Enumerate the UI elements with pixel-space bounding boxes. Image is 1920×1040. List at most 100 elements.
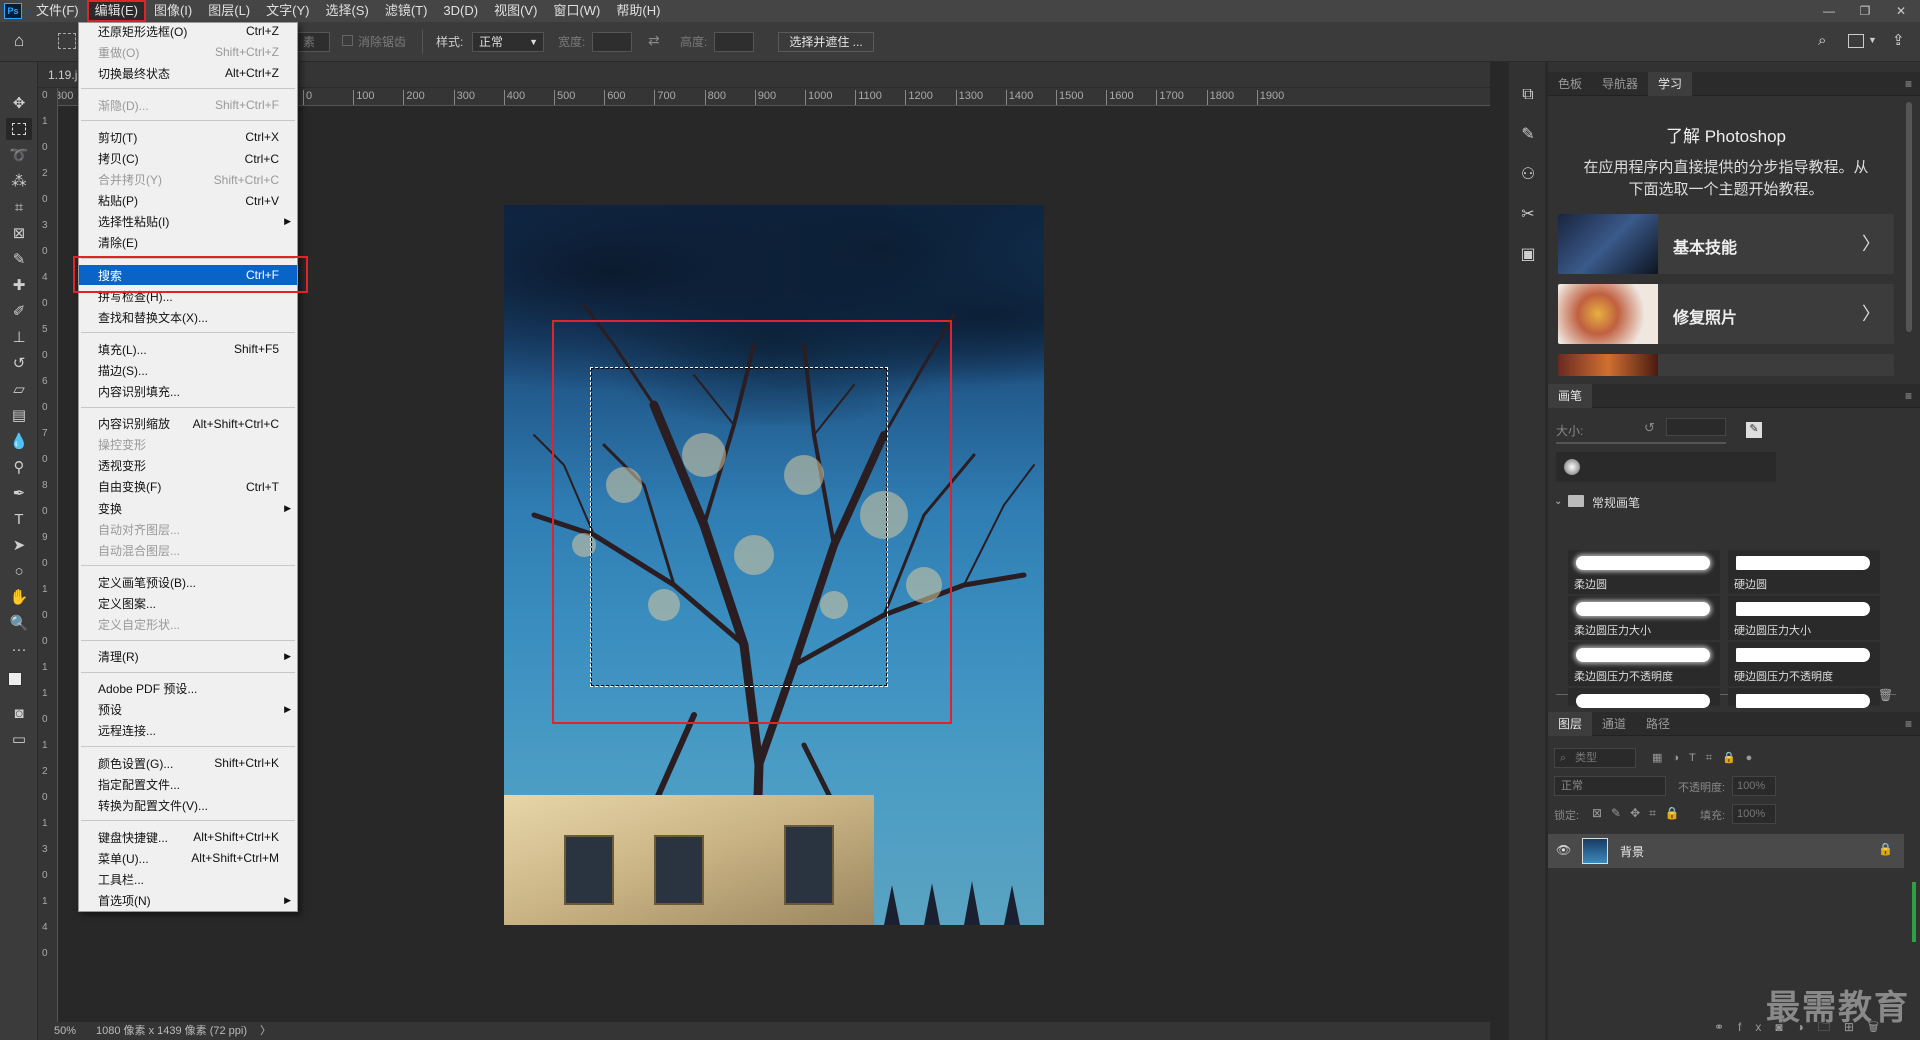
frame-tool-icon[interactable]: ⊠ xyxy=(6,222,32,244)
size-slider[interactable] xyxy=(1556,442,1726,444)
tab-paths[interactable]: 路径 xyxy=(1636,712,1680,736)
menu-8[interactable]: 视图(V) xyxy=(486,0,545,22)
edit-menu-item[interactable]: 清除(E) xyxy=(79,233,297,253)
edit-menu-item[interactable]: 描边(S)... xyxy=(79,360,297,380)
marquee-tool-icon[interactable] xyxy=(6,118,32,140)
gradient-tool-icon[interactable]: ▤ xyxy=(6,404,32,426)
quick-mask-icon[interactable]: ◙ xyxy=(6,702,32,724)
edit-menu-item[interactable]: 内容识别填充... xyxy=(79,382,297,402)
type-tool-icon[interactable]: T xyxy=(6,508,32,530)
edit-menu-item[interactable]: Adobe PDF 预设... xyxy=(79,679,297,699)
edit-menu-item[interactable]: 拷贝(C) Ctrl+C xyxy=(79,149,297,169)
brush-preset[interactable]: 硬边圆 xyxy=(1728,550,1880,594)
blur-tool-icon[interactable]: 💧 xyxy=(6,430,32,452)
chevron-right-icon[interactable]: 〉 xyxy=(260,1022,271,1040)
edit-menu-item[interactable]: 自由变换(F) Ctrl+T xyxy=(79,477,297,497)
brush-preset[interactable]: 柔边圆压力大小 xyxy=(1568,596,1720,640)
tab-layers[interactable]: 图层 xyxy=(1548,711,1593,736)
crop-tool-icon[interactable]: ⌗ xyxy=(6,196,32,218)
edit-menu-item[interactable]: 内容识别缩放 Alt+Shift+Ctrl+C xyxy=(79,414,297,434)
lock-icons[interactable]: ⊠✎✥⌗🔒 xyxy=(1592,806,1689,821)
dodge-tool-icon[interactable]: ⚲ xyxy=(6,456,32,478)
panel-menu-icon[interactable]: ≡ xyxy=(1905,389,1912,403)
history-panel-icon[interactable]: ⧉ xyxy=(1517,84,1539,106)
lasso-tool-icon[interactable]: ➰ xyxy=(6,144,32,166)
edit-menu-item[interactable]: 工具栏... xyxy=(79,870,297,890)
edit-menu-item[interactable]: 查找和替换文本(X)... xyxy=(79,307,297,327)
screen-mode-icon[interactable]: ▭ xyxy=(6,728,32,750)
tab-swatches[interactable]: 色板 xyxy=(1548,72,1592,96)
edit-menu-item[interactable]: 粘贴(P) Ctrl+V xyxy=(79,191,297,211)
ellipse-tool-icon[interactable]: ○ xyxy=(6,560,32,582)
chevron-down-icon[interactable]: ⌄ xyxy=(1554,496,1562,507)
magic-wand-icon[interactable]: ⁂ xyxy=(6,170,32,192)
edit-menu-item[interactable]: 指定配置文件... xyxy=(79,774,297,794)
more-tools-icon[interactable]: ··· xyxy=(6,638,32,660)
document-tab[interactable]: 1.19.j xyxy=(48,68,77,82)
menu-4[interactable]: 文字(Y) xyxy=(258,0,317,22)
brush-preset[interactable] xyxy=(1728,688,1880,708)
selection-marquee[interactable] xyxy=(590,367,888,687)
menu-3[interactable]: 图层(L) xyxy=(200,0,258,22)
blend-mode-select[interactable]: 正常 xyxy=(1554,776,1666,796)
layer-row[interactable]: 👁 背景 🔒 xyxy=(1548,834,1904,868)
antialias-checkbox[interactable] xyxy=(342,35,353,46)
chevron-down-icon[interactable]: ▼ xyxy=(1868,35,1877,45)
edit-menu-item[interactable]: 远程连接... xyxy=(79,721,297,741)
menu-10[interactable]: 帮助(H) xyxy=(608,0,668,22)
tab-learn[interactable]: 学习 xyxy=(1648,71,1693,96)
brush-folder-name[interactable]: 常规画笔 xyxy=(1592,494,1640,511)
menu-9[interactable]: 窗口(W) xyxy=(545,0,608,22)
minimize-button[interactable]: — xyxy=(1814,0,1844,22)
opacity-field[interactable]: 100% xyxy=(1732,776,1776,796)
share-icon[interactable]: ⇪ xyxy=(1892,31,1905,49)
menu-5[interactable]: 选择(S) xyxy=(317,0,376,22)
move-tool-icon[interactable]: ✥ xyxy=(6,92,32,114)
restore-button[interactable]: ❐ xyxy=(1850,0,1880,22)
edit-menu-item[interactable]: 选择性粘贴(I) ▶ xyxy=(79,212,297,232)
brush-size-field[interactable] xyxy=(1666,418,1726,436)
brush-preset[interactable]: 柔边圆压力不透明度 xyxy=(1568,642,1720,686)
brush-preset[interactable]: 硬边圆压力大小 xyxy=(1728,596,1880,640)
menu-6[interactable]: 滤镜(T) xyxy=(377,0,436,22)
workspace-icon[interactable] xyxy=(1848,34,1864,48)
edit-menu-item[interactable]: 清理(R) ▶ xyxy=(79,647,297,667)
fill-field[interactable]: 100% xyxy=(1732,804,1776,824)
edit-menu-item[interactable]: 颜色设置(G)... Shift+Ctrl+K xyxy=(79,753,297,773)
height-field[interactable] xyxy=(714,32,754,52)
feather-field[interactable]: 素 xyxy=(296,32,330,52)
edit-menu-item[interactable]: 菜单(U)... Alt+Shift+Ctrl+M xyxy=(79,848,297,868)
layer-filter-icons[interactable]: ▦◑T⌗🔒● xyxy=(1652,751,1762,765)
stamp-tool-icon[interactable]: ⊥ xyxy=(6,326,32,348)
panel-menu-icon[interactable]: ≡ xyxy=(1905,77,1912,91)
edit-menu-item[interactable]: 透视变形 xyxy=(79,456,297,476)
brush-settings-icon[interactable]: ✎ xyxy=(1517,124,1539,146)
panel-menu-icon[interactable]: ≡ xyxy=(1905,717,1912,731)
edit-menu-item[interactable]: 变换 ▶ xyxy=(79,498,297,518)
tool-presets-icon[interactable]: ✂ xyxy=(1517,204,1539,226)
pen-tool-icon[interactable]: ✒ xyxy=(6,482,32,504)
select-and-mask-button[interactable]: 选择并遮住 ... xyxy=(778,32,874,52)
tab-brushes[interactable]: 画笔 xyxy=(1548,383,1593,408)
edit-menu-item[interactable]: 键盘快捷键... Alt+Shift+Ctrl+K xyxy=(79,827,297,847)
swap-icon[interactable]: ⇄ xyxy=(648,32,660,49)
learn-card-basics[interactable]: 基本技能 〉 xyxy=(1558,214,1894,274)
edit-menu-item[interactable]: 还原矩形选框(O) Ctrl+Z xyxy=(79,21,297,41)
zoom-tool-icon[interactable]: 🔍 xyxy=(6,612,32,634)
brush-preset[interactable]: 柔边圆 xyxy=(1568,550,1720,594)
layer-filter-input[interactable]: ⌕ 类型 xyxy=(1554,748,1636,768)
edit-menu-item[interactable]: 填充(L)... Shift+F5 xyxy=(79,339,297,359)
edit-menu-item[interactable]: 定义图案... xyxy=(79,593,297,613)
home-icon[interactable]: ⌂ xyxy=(14,31,38,53)
brush-tool-icon[interactable]: ✐ xyxy=(6,300,32,322)
zoom-level[interactable]: 50% xyxy=(54,1022,76,1040)
style-select[interactable]: 正常 ▼ xyxy=(472,32,544,52)
edit-menu-item[interactable]: 转换为配置文件(V)... xyxy=(79,795,297,815)
menu-2[interactable]: 图像(I) xyxy=(146,0,200,22)
close-button[interactable]: ✕ xyxy=(1886,0,1916,22)
menu-0[interactable]: 文件(F) xyxy=(28,0,87,22)
edit-menu-item[interactable]: 剪切(T) Ctrl+X xyxy=(79,127,297,147)
width-field[interactable] xyxy=(592,32,632,52)
brush-preset[interactable] xyxy=(1568,688,1720,708)
edit-menu-item[interactable]: 切换最终状态 Alt+Ctrl+Z xyxy=(79,63,297,83)
